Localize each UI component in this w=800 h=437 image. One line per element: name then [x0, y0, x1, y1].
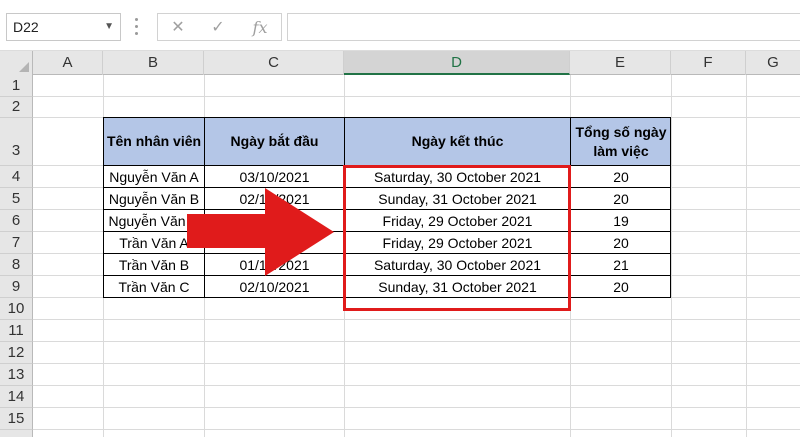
table-cell[interactable]: 02/10/2021 [205, 276, 344, 297]
right-arrow-icon [187, 188, 334, 276]
header-total-days[interactable]: Tổng số ngày làm việc [571, 118, 671, 165]
table-cell[interactable]: 21 [571, 254, 671, 275]
name-box[interactable]: D22 ▼ [6, 13, 121, 41]
table-cell[interactable]: 20 [571, 276, 671, 297]
row-header-7[interactable]: 7 [0, 232, 33, 254]
column-header-row: A B C D E F G [0, 51, 800, 75]
table-cell[interactable]: 20 [571, 232, 671, 253]
header-end-date[interactable]: Ngày kết thúc [345, 118, 570, 165]
row-header-14[interactable]: 14 [0, 386, 33, 408]
row-header-11[interactable]: 11 [0, 320, 33, 342]
column-header-e[interactable]: E [570, 51, 671, 75]
chevron-down-icon[interactable]: ▼ [104, 14, 114, 40]
table-border [103, 117, 671, 118]
function-icon[interactable]: fx [248, 16, 272, 38]
row-header-6[interactable]: 6 [0, 210, 33, 232]
header-start-date[interactable]: Ngày bắt đầu [205, 118, 344, 165]
table-cell[interactable]: 20 [571, 166, 671, 187]
row-header-15[interactable]: 15 [0, 408, 33, 430]
name-box-value: D22 [13, 19, 39, 35]
table-border [103, 117, 104, 298]
select-all-button[interactable] [0, 51, 33, 75]
spreadsheet-window: D22 ▼ ✕ ✓ fx A B C D E F G 1 2 3 4 5 6 7… [0, 0, 800, 437]
row-header-8[interactable]: 8 [0, 254, 33, 276]
drag-handle-icon[interactable] [135, 18, 139, 36]
row-header-12[interactable]: 12 [0, 342, 33, 364]
formula-input[interactable] [287, 13, 800, 41]
row-header-16[interactable] [0, 430, 33, 437]
formula-buttons: ✕ ✓ fx [157, 13, 282, 41]
cancel-icon[interactable]: ✕ [166, 16, 190, 38]
row-header-3[interactable]: 3 [0, 118, 33, 166]
column-header-b[interactable]: B [103, 51, 204, 75]
table-cell[interactable]: Trần Văn C [104, 276, 204, 297]
table-cell[interactable]: 20 [571, 188, 671, 209]
row-header-10[interactable]: 10 [0, 298, 33, 320]
column-header-f[interactable]: F [671, 51, 746, 75]
row-header-9[interactable]: 9 [0, 276, 33, 298]
row-header-5[interactable]: 5 [0, 188, 33, 210]
table-cell[interactable]: 19 [571, 210, 671, 231]
row-header-1[interactable]: 1 [0, 75, 33, 97]
table-cell[interactable]: Nguyễn Văn A [104, 166, 204, 187]
column-header-c[interactable]: C [204, 51, 344, 75]
column-header-g[interactable]: G [746, 51, 800, 75]
formula-bar: D22 ▼ ✕ ✓ fx [0, 0, 800, 50]
column-header-d[interactable]: D [344, 51, 570, 75]
row-header-2[interactable]: 2 [0, 97, 33, 118]
highlight-box [343, 165, 571, 311]
header-employee-name[interactable]: Tên nhân viên [104, 118, 204, 165]
table-border [670, 117, 671, 298]
row-header-4[interactable]: 4 [0, 166, 33, 188]
row-header-13[interactable]: 13 [0, 364, 33, 386]
table-cell[interactable]: 03/10/2021 [205, 166, 344, 187]
column-header-a[interactable]: A [33, 51, 103, 75]
enter-icon[interactable]: ✓ [206, 16, 230, 38]
